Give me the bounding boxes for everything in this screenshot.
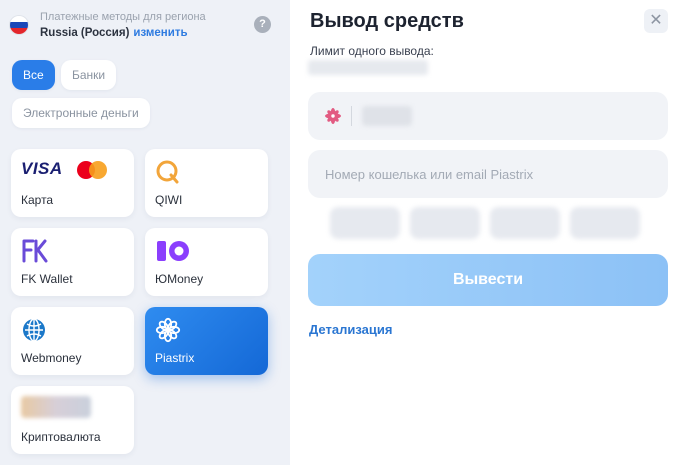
region-selector: Платежные методы для региона Russia (Рос… (10, 8, 280, 42)
fk-wallet-icon (21, 238, 49, 269)
quick-amount-button[interactable] (410, 207, 480, 239)
filter-all[interactable]: Все (12, 60, 55, 90)
page-title: Вывод средств (310, 10, 464, 32)
region-title: Платежные методы для региона (40, 11, 206, 23)
method-label: Криптовалюта (21, 430, 101, 444)
method-piastrix[interactable]: Piastrix (145, 307, 268, 375)
method-label: Webmoney (21, 351, 82, 365)
qiwi-icon (155, 159, 181, 190)
crypto-icon (21, 396, 91, 418)
webmoney-icon (21, 317, 49, 350)
method-label: FK Wallet (21, 272, 73, 286)
method-yumoney[interactable]: ЮMoney (145, 228, 268, 296)
visa-logo: VISA (21, 159, 63, 178)
close-icon[interactable]: ✕ (644, 9, 668, 33)
limit-label: Лимит одного вывода: (310, 44, 434, 58)
piastrix-icon (155, 317, 181, 348)
russia-flag-icon (10, 16, 28, 34)
amount-field[interactable] (308, 92, 668, 140)
quick-amount-button[interactable] (330, 207, 400, 239)
visa-mastercard-icon: VISA (21, 159, 107, 179)
wallet-input[interactable] (308, 150, 668, 198)
yumoney-icon (155, 238, 191, 269)
region-value: Russia (Россия) изменить (40, 27, 188, 39)
method-fk-wallet[interactable]: FK Wallet (11, 228, 134, 296)
change-region-link[interactable]: изменить (133, 27, 187, 39)
withdraw-panel: Вывод средств ✕ Лимит одного вывода: Ном… (290, 0, 680, 465)
wallet-field (308, 150, 668, 198)
withdraw-button[interactable]: Вывести (308, 254, 668, 306)
mastercard-logo (77, 161, 109, 179)
method-label: ЮMoney (155, 272, 204, 286)
limit-value-redacted (308, 60, 428, 75)
payment-methods-panel: Платежные методы для региона Russia (Рос… (0, 0, 290, 465)
method-webmoney[interactable]: Webmoney (11, 307, 134, 375)
method-crypto[interactable]: Криптовалюта (11, 386, 134, 454)
help-icon[interactable]: ? (254, 16, 271, 33)
quick-amount-button[interactable] (490, 207, 560, 239)
region-country: Russia (Россия) (40, 27, 130, 39)
amount-value-redacted (362, 106, 412, 126)
details-link[interactable]: Детализация (309, 322, 392, 337)
piastrix-currency-icon (324, 107, 342, 130)
field-divider (351, 106, 352, 126)
method-label: Piastrix (155, 351, 195, 365)
quick-amount-button[interactable] (570, 207, 640, 239)
method-qiwi[interactable]: QIWI (145, 149, 268, 217)
filter-e-money[interactable]: Электронные деньги (12, 98, 150, 128)
method-card[interactable]: VISA Карта (11, 149, 134, 217)
method-label: QIWI (155, 193, 183, 207)
filter-banks[interactable]: Банки (61, 60, 117, 90)
method-label: Карта (21, 193, 54, 207)
